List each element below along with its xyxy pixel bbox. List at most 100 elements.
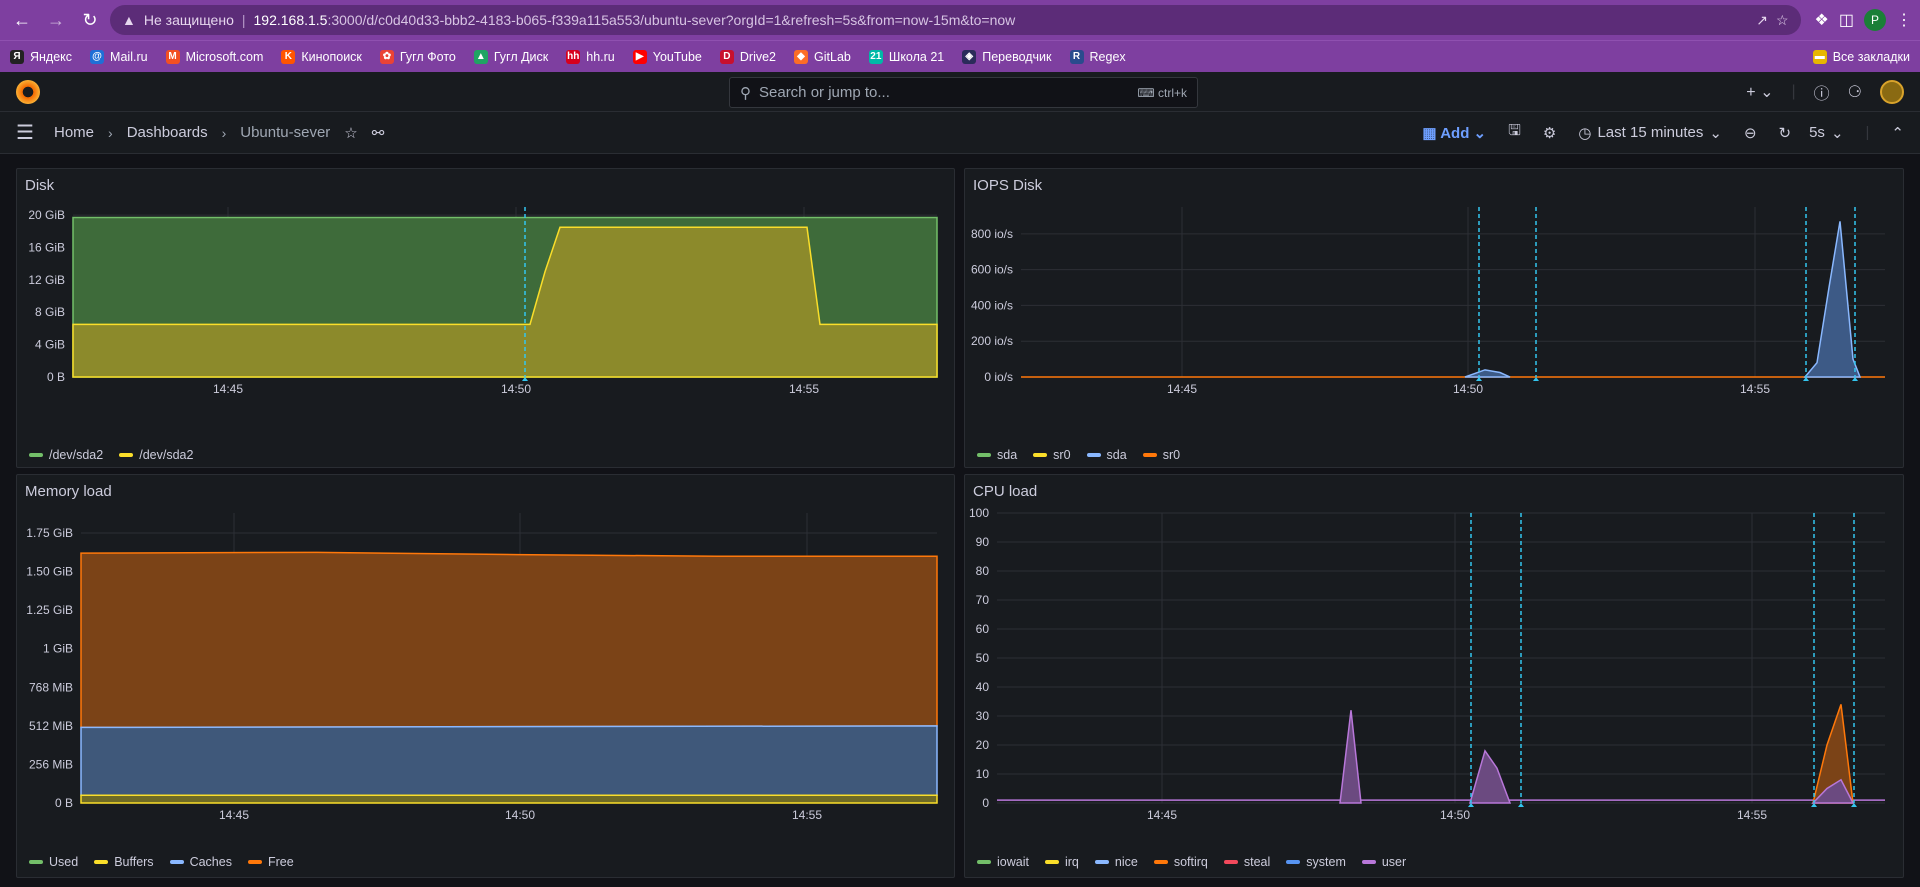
legend-label: /dev/sda2 bbox=[139, 448, 194, 462]
y-tick-label: 20 bbox=[976, 738, 990, 752]
bookmark-item[interactable]: 21 Школа 21 bbox=[868, 49, 944, 64]
news-rss-icon[interactable]: ⚆ bbox=[1848, 82, 1862, 102]
profile-avatar[interactable]: P bbox=[1864, 9, 1886, 31]
bookmark-item[interactable]: ◆ GitLab bbox=[794, 49, 851, 64]
bookmark-item[interactable]: @ Mail.ru bbox=[90, 49, 148, 64]
breadcrumb-home[interactable]: Home bbox=[54, 124, 94, 141]
settings-gear-icon[interactable]: ⚙ bbox=[1543, 124, 1556, 142]
bookmark-item[interactable]: R Regex bbox=[1069, 49, 1126, 64]
y-tick-label: 0 B bbox=[47, 370, 65, 384]
legend-item[interactable]: softirq bbox=[1153, 855, 1208, 869]
user-avatar[interactable] bbox=[1880, 79, 1904, 104]
y-tick-label: 768 MiB bbox=[29, 680, 73, 694]
menu-toggle-icon[interactable]: ☰ bbox=[16, 120, 40, 145]
x-tick-label: 14:50 bbox=[505, 808, 535, 822]
bookmark-label: Кинопоиск bbox=[301, 49, 362, 64]
panel-disk[interactable]: Disk 0 B 4 GiB 8 GiB 12 GiB 16 GiB 20 GiB 14:4… bbox=[16, 168, 955, 468]
legend-swatch bbox=[1361, 860, 1376, 864]
bookmark-label: Drive2 bbox=[739, 49, 777, 64]
legend-item[interactable]: /dev/sda2 bbox=[29, 448, 103, 462]
chart-legend: iowait irq nice softirq steal system user bbox=[977, 855, 1406, 869]
help-icon[interactable]: ⓘ bbox=[1814, 80, 1830, 104]
sidepanel-icon[interactable]: ◫ bbox=[1839, 10, 1854, 30]
y-tick-label: 0 B bbox=[55, 796, 73, 810]
legend-item[interactable]: irq bbox=[1044, 855, 1079, 869]
bookmark-item[interactable]: K Кинопоиск bbox=[281, 49, 362, 64]
bookmark-item[interactable]: hh hh.ru bbox=[566, 49, 615, 64]
legend-swatch bbox=[29, 860, 43, 864]
chart-legend: /dev/sda2/dev/sda2 bbox=[29, 448, 193, 462]
time-range-picker[interactable]: ◷ Last 15 minutes ⌄ bbox=[1578, 124, 1722, 142]
legend-swatch bbox=[1286, 860, 1301, 864]
extensions-icon[interactable]: ❖ bbox=[1815, 10, 1829, 30]
cpu-chart[interactable]: 0 10 20 30 40 50 60 70 80 90 100 14:45 14:50 14:55 bbox=[965, 503, 1905, 850]
y-tick-label: 0 io/s bbox=[984, 370, 1013, 384]
legend-item[interactable]: /dev/sda2 bbox=[119, 448, 193, 462]
bookmark-item[interactable]: ▲ Гугл Диск bbox=[473, 49, 548, 64]
favorite-star-icon[interactable]: ☆ bbox=[344, 124, 357, 142]
legend-item[interactable]: system bbox=[1286, 855, 1346, 869]
bookmark-item[interactable]: ✿ Гугл Фото bbox=[379, 49, 456, 64]
legend-swatch bbox=[977, 453, 991, 457]
panel-memory-load[interactable]: Memory load 0 B 256 MiB 512 MiB 768 MiB 1 Gi… bbox=[16, 474, 955, 878]
bookmark-favicon-icon: @ bbox=[90, 49, 105, 64]
bookmark-item[interactable]: M Microsoft.com bbox=[165, 49, 263, 64]
breadcrumb-separator-icon: › bbox=[221, 124, 227, 141]
legend-item[interactable]: Free bbox=[247, 855, 294, 869]
new-plus-icon[interactable]: + ⌄ bbox=[1746, 82, 1773, 102]
panel-title: IOPS Disk bbox=[973, 177, 1043, 194]
refresh-picker[interactable]: ↻ 5s ⌄ bbox=[1779, 124, 1844, 142]
collapse-chevron-icon[interactable]: ⌃ bbox=[1891, 124, 1904, 142]
legend-item[interactable]: sda bbox=[1086, 448, 1127, 462]
share-dashboard-icon[interactable]: ⚯ bbox=[372, 124, 385, 142]
bookmark-item[interactable]: ▶ YouTube bbox=[632, 49, 702, 64]
legend-swatch bbox=[29, 453, 43, 457]
search-input[interactable]: ⚲ Search or jump to... ⌨ ctrl+k bbox=[729, 77, 1198, 108]
y-tick-label: 16 GiB bbox=[28, 240, 65, 254]
bookmark-item[interactable]: D Drive2 bbox=[719, 49, 777, 64]
disk-chart[interactable]: 0 B 4 GiB 8 GiB 12 GiB 16 GiB 20 GiB 14:45 14:5… bbox=[17, 197, 956, 442]
bookmark-item[interactable]: ◈ Переводчик bbox=[962, 49, 1052, 64]
y-tick-label: 1.75 GiB bbox=[26, 526, 73, 540]
breadcrumb-dashboards[interactable]: Dashboards bbox=[127, 124, 208, 141]
reload-icon[interactable]: ↻ bbox=[76, 6, 104, 34]
legend-item[interactable]: iowait bbox=[977, 855, 1029, 869]
bookmark-label: Гугл Фото bbox=[399, 49, 456, 64]
x-tick-label: 14:55 bbox=[1737, 808, 1767, 822]
x-tick-label: 14:50 bbox=[501, 382, 531, 396]
share-icon[interactable]: ↗ bbox=[1756, 12, 1768, 29]
zoom-out-icon[interactable]: ⊖ bbox=[1744, 124, 1757, 142]
y-tick-label: 512 MiB bbox=[29, 719, 73, 733]
add-button[interactable]: ▦ Add ⌄ bbox=[1422, 124, 1486, 142]
legend-item[interactable]: Buffers bbox=[94, 855, 154, 869]
legend-item[interactable]: Caches bbox=[169, 855, 232, 869]
memory-chart[interactable]: 0 B 256 MiB 512 MiB 768 MiB 1 GiB 1.25 GiB 1.5… bbox=[17, 503, 956, 850]
forward-icon[interactable]: → bbox=[42, 6, 70, 34]
legend-item[interactable]: user bbox=[1361, 855, 1406, 869]
legend-item[interactable]: sr0 bbox=[1142, 448, 1180, 462]
bookmark-label: Mail.ru bbox=[110, 49, 148, 64]
bookmark-item[interactable]: Я Яндекс bbox=[10, 49, 72, 64]
menu-icon[interactable]: ⋮ bbox=[1896, 10, 1912, 30]
legend-swatch bbox=[1086, 453, 1101, 457]
legend-item[interactable]: steal bbox=[1223, 855, 1270, 869]
all-bookmarks[interactable]: ▬ Все закладки bbox=[1812, 49, 1910, 64]
legend-item[interactable]: nice bbox=[1094, 855, 1138, 869]
star-icon[interactable]: ☆ bbox=[1776, 12, 1789, 29]
series-area bbox=[1339, 710, 1362, 804]
legend-label: Free bbox=[267, 855, 294, 869]
legend-item[interactable]: sr0 bbox=[1033, 448, 1071, 462]
grafana-topbar: ⚲ Search or jump to... ⌨ ctrl+k + ⌄ | ⓘ … bbox=[0, 72, 1920, 112]
panel-cpu-load[interactable]: CPU load 0 10 20 30 40 50 60 70 80 90 100 14:45 14:5… bbox=[964, 474, 1904, 878]
chart-legend: Used Buffers Caches Free bbox=[29, 855, 294, 869]
legend-item[interactable]: sda bbox=[977, 448, 1017, 462]
x-tick-label: 14:50 bbox=[1453, 382, 1483, 396]
address-bar[interactable]: ▲ Не защищено | 192.168.1.5:3000/d/c0d40… bbox=[110, 5, 1801, 35]
back-icon[interactable]: ← bbox=[8, 6, 36, 34]
save-icon[interactable]: 🖫 bbox=[1508, 120, 1521, 145]
breadcrumb-separator-icon: › bbox=[108, 124, 113, 141]
panel-iops-disk[interactable]: IOPS Disk 0 io/s 200 io/s 400 io/s 600 io/s… bbox=[964, 168, 1904, 468]
legend-item[interactable]: Used bbox=[29, 855, 78, 869]
iops-chart[interactable]: 0 io/s 200 io/s 400 io/s 600 io/s 800 io/s 14… bbox=[965, 197, 1905, 442]
grafana-logo-icon[interactable] bbox=[16, 79, 40, 104]
